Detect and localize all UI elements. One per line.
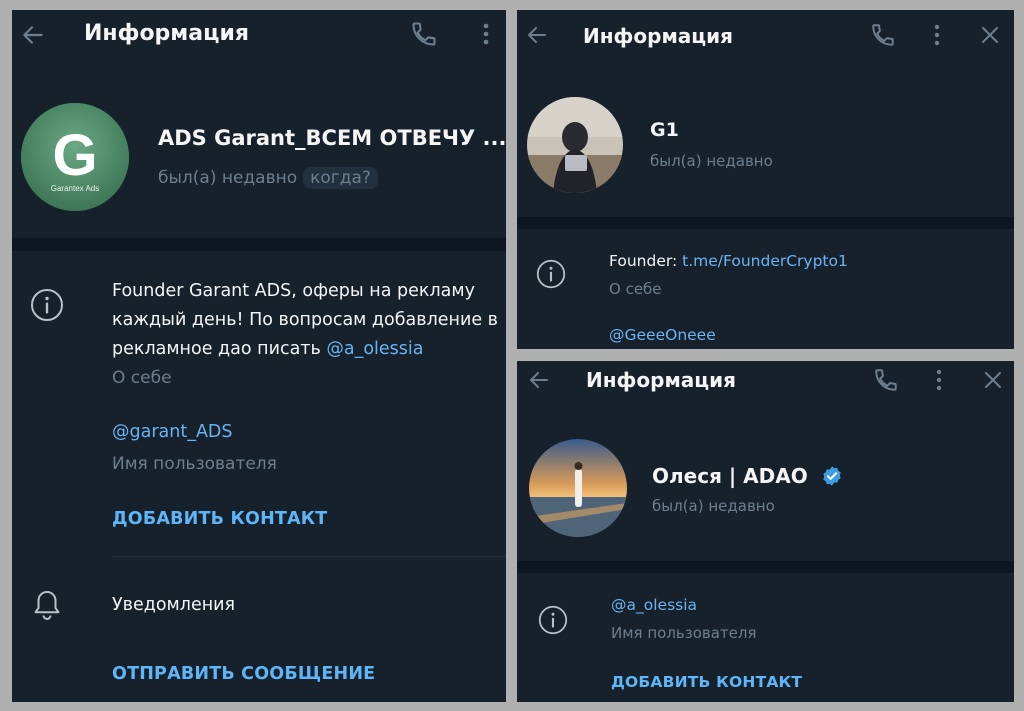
section-separator: [12, 238, 506, 251]
info-icon: [30, 288, 64, 322]
back-arrow-icon[interactable]: [525, 23, 549, 47]
avatar-photo: [527, 97, 623, 193]
bio-mention-link[interactable]: @a_olessia: [326, 339, 423, 359]
avatar-letter: G: [52, 123, 97, 188]
last-seen-badge[interactable]: когда?: [303, 167, 378, 189]
avatar[interactable]: [529, 439, 627, 537]
bio-caption: О себе: [609, 280, 662, 298]
profile-name: Олеся | ADAO: [652, 464, 808, 488]
avatar[interactable]: G Garantex Ads: [21, 103, 129, 211]
avatar-logo: G Garantex Ads: [21, 103, 129, 211]
profile-status-row: был(а) недавно когда?: [158, 167, 378, 189]
avatar[interactable]: [527, 97, 623, 193]
header-title: Информация: [586, 368, 736, 392]
avatar-photo: [529, 439, 627, 537]
bio-caption: О себе: [112, 368, 172, 388]
bio-text: Founder Garant ADS, оферы на рекламу каж…: [112, 277, 498, 364]
more-vertical-icon[interactable]: [474, 20, 498, 48]
bio-line: Founder Garant ADS, оферы на рекламу: [112, 281, 475, 301]
notifications-label[interactable]: Уведомления: [112, 595, 235, 615]
close-icon[interactable]: [979, 24, 1001, 46]
info-icon: [536, 259, 566, 289]
back-arrow-icon[interactable]: [20, 22, 46, 48]
username-caption: Имя пользователя: [611, 624, 757, 642]
more-vertical-icon[interactable]: [928, 367, 950, 393]
username-caption: Имя пользователя: [112, 454, 277, 474]
info-icon: [538, 605, 568, 635]
add-contact-button[interactable]: ДОБАВИТЬ КОНТАКТ: [112, 509, 327, 529]
username-link[interactable]: @garant_ADS: [112, 422, 233, 442]
bio-link[interactable]: t.me/FounderCrypto1: [682, 252, 848, 270]
username-link[interactable]: @GeeeOneee: [609, 326, 716, 344]
profile-status: был(а) недавно: [652, 497, 775, 515]
profile-panel-g1: Информация G1 был(а) недавно Founder: t.…: [517, 10, 1014, 349]
phone-icon[interactable]: [410, 20, 438, 48]
avatar-caption: Garantex Ads: [51, 184, 99, 193]
header-title: Информация: [84, 21, 249, 46]
profile-name-row: Олеся | ADAO: [652, 461, 843, 488]
verified-icon: [821, 465, 843, 487]
bell-icon: [32, 588, 62, 622]
profile-panel-ads-garant: Информация G Garantex Ads ADS Garant_ВСЕ…: [12, 10, 506, 702]
bio-text: Founder: t.me/FounderCrypto1: [609, 252, 848, 270]
profile-status: был(а) недавно: [158, 168, 298, 188]
header-title: Информация: [583, 24, 733, 48]
phone-icon[interactable]: [870, 22, 896, 48]
bio-line: каждый день! По вопросам добавление в: [112, 310, 498, 330]
phone-icon[interactable]: [873, 367, 899, 393]
profile-status: был(а) недавно: [650, 152, 773, 170]
back-arrow-icon[interactable]: [527, 368, 551, 392]
profile-name: G1: [650, 119, 679, 141]
profile-name: ADS Garant_ВСЕМ ОТВЕЧУ ...: [158, 126, 506, 150]
bio-line-text: рекламное дао писать: [112, 339, 327, 359]
send-message-button[interactable]: ОТПРАВИТЬ СООБЩЕНИЕ: [112, 664, 375, 684]
section-separator: [517, 217, 1014, 229]
bio-prefix: Founder:: [609, 252, 683, 270]
more-vertical-icon[interactable]: [926, 22, 948, 48]
profile-panel-olesya: Информация Олеся | ADAO был(а) недавно @…: [517, 361, 1014, 702]
add-contact-button[interactable]: ДОБАВИТЬ КОНТАКТ: [611, 673, 802, 691]
close-icon[interactable]: [982, 369, 1004, 391]
username-link[interactable]: @a_olessia: [611, 596, 697, 614]
section-separator: [517, 561, 1014, 573]
bio-line: рекламное дао писать @a_olessia: [112, 335, 498, 364]
divider: [112, 556, 506, 557]
